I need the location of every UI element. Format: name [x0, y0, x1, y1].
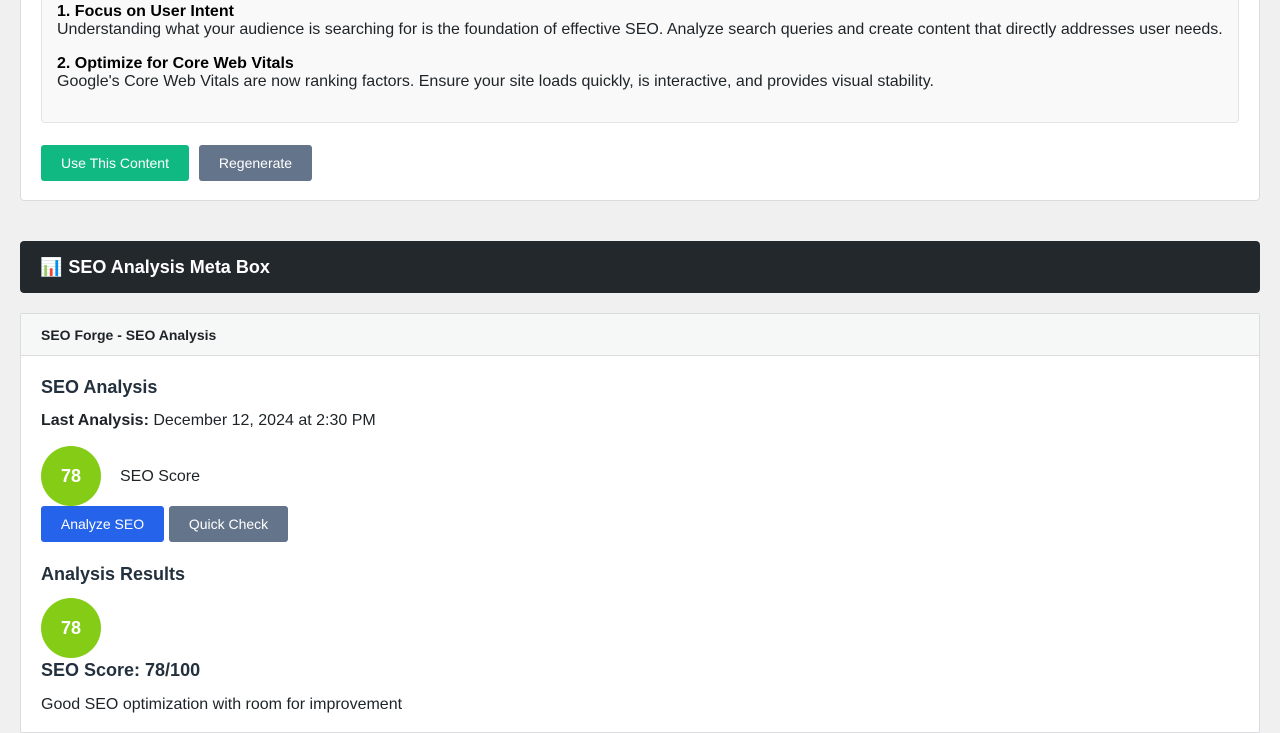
section-title: SEO Analysis Meta Box — [68, 256, 270, 277]
meta-box-header: SEO Forge - SEO Analysis — [21, 314, 1259, 356]
generated-content-card: 1. Focus on User Intent Understanding wh… — [20, 0, 1260, 201]
regenerate-button[interactable]: Regenerate — [199, 145, 312, 181]
results-score-text: SEO Score: 78/100 — [41, 660, 201, 680]
bar-chart-icon: 📊 — [40, 256, 63, 277]
use-this-content-button[interactable]: Use This Content — [41, 145, 189, 181]
last-analysis: Last Analysis: December 12, 2024 at 2:30… — [41, 412, 376, 430]
quick-check-button[interactable]: Quick Check — [169, 506, 288, 542]
seo-analysis-heading: SEO Analysis — [41, 377, 158, 397]
content-preview: 1. Focus on User Intent Understanding wh… — [41, 0, 1239, 123]
point-text: Understanding what your audience is sear… — [57, 21, 1223, 38]
section-header: 📊 SEO Analysis Meta Box — [20, 241, 1260, 293]
point-title: 2. Optimize for Core Web Vitals — [57, 55, 294, 72]
last-analysis-value: December 12, 2024 at 2:30 PM — [153, 412, 376, 429]
results-score-circle: 78 — [41, 598, 101, 658]
point-title: 1. Focus on User Intent — [57, 3, 234, 20]
point-text: Google's Core Web Vitals are now ranking… — [57, 73, 934, 90]
analyze-seo-button[interactable]: Analyze SEO — [41, 506, 164, 542]
analysis-results-heading: Analysis Results — [41, 564, 186, 584]
seo-score-label: SEO Score — [120, 468, 201, 485]
results-summary: Good SEO optimization with room for impr… — [41, 696, 403, 713]
seo-score-circle: 78 — [41, 446, 101, 506]
seo-analysis-meta-box: SEO Forge - SEO Analysis SEO Analysis La… — [20, 313, 1260, 733]
last-analysis-label: Last Analysis: — [41, 412, 149, 429]
